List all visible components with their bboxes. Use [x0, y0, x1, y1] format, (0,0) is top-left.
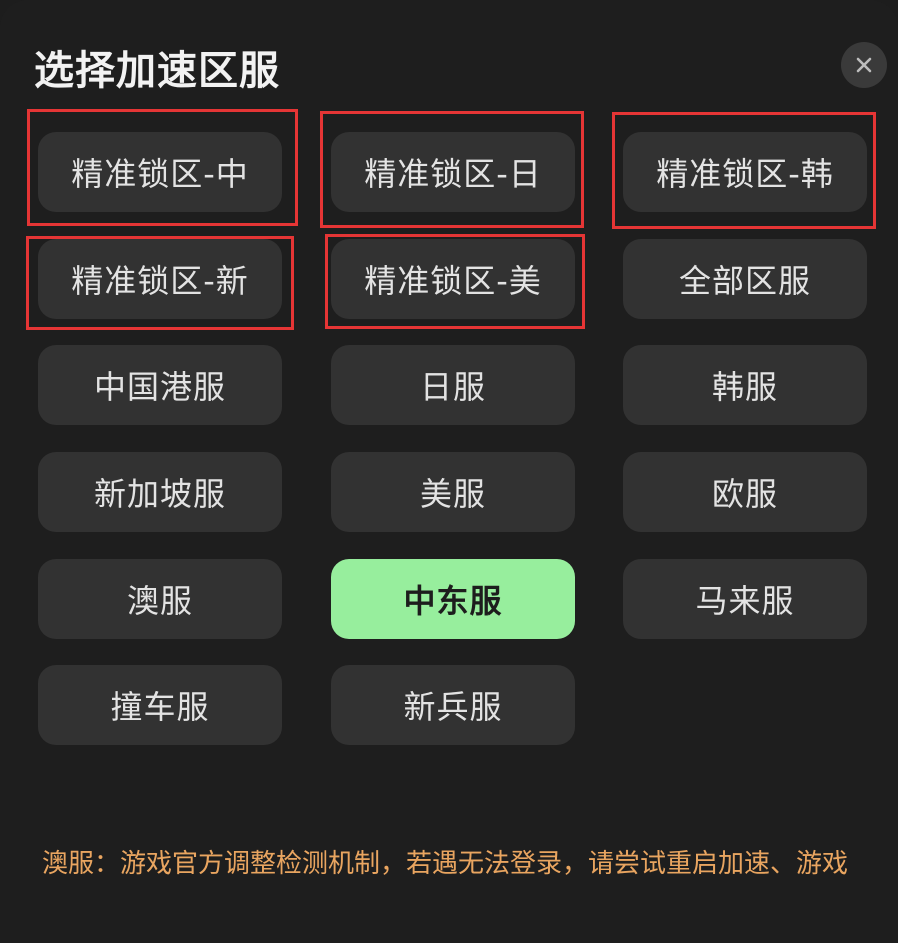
region-note: 澳服：游戏官方调整检测机制，若遇无法登录，请尝试重启加速、游戏: [42, 849, 849, 879]
region-label: 中东服: [403, 582, 503, 620]
region-button-lock-cn[interactable]: 精准锁区-中: [38, 132, 282, 212]
region-button-sg[interactable]: 新加坡服: [38, 452, 282, 532]
region-button-me[interactable]: 中东服: [331, 559, 575, 639]
region-button-lock-kr[interactable]: 精准锁区-韩: [623, 132, 867, 212]
region-button-jp[interactable]: 日服: [331, 345, 575, 425]
region-label: 美服: [419, 475, 486, 513]
close-icon: [856, 57, 872, 73]
region-label: 精准锁区-韩: [656, 155, 834, 193]
region-button-au[interactable]: 澳服: [38, 559, 282, 639]
region-button-lock-sg[interactable]: 精准锁区-新: [38, 239, 282, 319]
dialog-title: 选择加速区服: [34, 48, 280, 94]
region-label: 新加坡服: [93, 475, 226, 513]
region-button-recruit[interactable]: 新兵服: [331, 665, 575, 745]
region-button-eu[interactable]: 欧服: [623, 452, 867, 532]
region-label: 精准锁区-日: [364, 155, 542, 193]
region-label: 精准锁区-新: [71, 262, 249, 300]
close-button[interactable]: [841, 42, 887, 88]
region-label: 韩服: [711, 368, 778, 406]
region-button-hk[interactable]: 中国港服: [38, 345, 282, 425]
region-button-collision[interactable]: 撞车服: [38, 665, 282, 745]
region-button-all[interactable]: 全部区服: [623, 239, 867, 319]
region-label: 精准锁区-美: [364, 262, 542, 300]
region-button-lock-jp[interactable]: 精准锁区-日: [331, 132, 575, 212]
region-label: 马来服: [695, 582, 795, 620]
region-label: 新兵服: [403, 688, 503, 726]
region-label: 澳服: [126, 582, 193, 620]
region-button-lock-us[interactable]: 精准锁区-美: [331, 239, 575, 319]
region-button-kr[interactable]: 韩服: [623, 345, 867, 425]
region-button-us[interactable]: 美服: [331, 452, 575, 532]
region-button-my[interactable]: 马来服: [623, 559, 867, 639]
region-label: 精准锁区-中: [71, 155, 249, 193]
region-label: 中国港服: [93, 368, 226, 406]
region-select-dialog: 选择加速区服 精准锁区-中 精准锁区-日 精准锁区-韩 精准锁区-新 精准锁区-…: [0, 0, 898, 943]
region-label: 日服: [419, 368, 486, 406]
region-label: 撞车服: [110, 688, 210, 726]
region-label: 全部区服: [678, 262, 811, 300]
region-label: 欧服: [711, 475, 778, 513]
